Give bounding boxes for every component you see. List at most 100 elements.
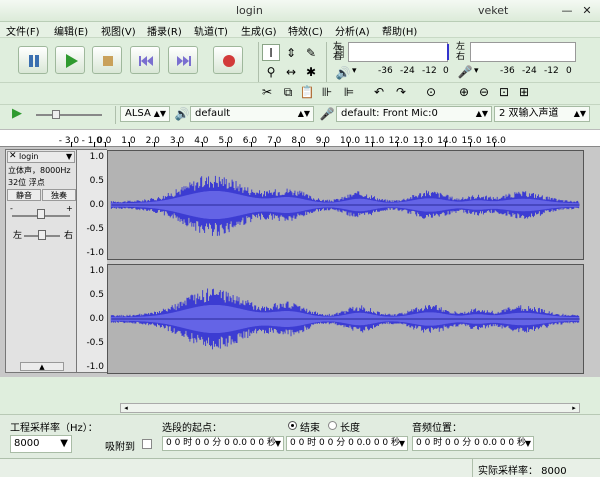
output-device-select[interactable]: default ▲▼ bbox=[190, 106, 314, 122]
mute-button[interactable]: 静音 bbox=[7, 189, 41, 201]
track-close-icon[interactable]: ✕ bbox=[9, 151, 17, 161]
title-bar: login veket — ✕ bbox=[0, 0, 600, 22]
stop-button[interactable] bbox=[92, 46, 122, 74]
meter-tick: -24 bbox=[400, 66, 415, 76]
track-control-panel: ✕ login ▼ 立体声，8000Hz 32位 浮点 静音 独奏 - + 左 … bbox=[5, 149, 77, 373]
meter-marker bbox=[447, 44, 449, 60]
audio-host-select[interactable]: ALSA ▲▼ bbox=[120, 106, 170, 122]
speed-slider-thumb[interactable] bbox=[52, 110, 60, 119]
sync-lock-icon[interactable]: ⊙ bbox=[422, 84, 440, 101]
draw-tool-icon[interactable]: ✎ bbox=[302, 44, 320, 61]
scale-label: 0.5 bbox=[89, 176, 104, 186]
track-bitdepth: 32位 浮点 bbox=[8, 178, 45, 187]
timeline-ruler[interactable]: - 3.0- 1.0 0.0 1.0 2.0 3.0 4.0 5.0 6.0 7.0 8.0 9.0… bbox=[0, 129, 600, 147]
scale-label: 1.0 bbox=[89, 152, 104, 162]
project-rate-field[interactable]: 8000 ▼ bbox=[10, 435, 72, 453]
menu-view[interactable]: 视图(V) bbox=[101, 23, 136, 38]
chevron-down-icon: ▼ bbox=[60, 438, 68, 449]
selection-start-field[interactable]: 0 0 时 0 0 分 0 0.0 0 0 秒 ▼ bbox=[162, 436, 284, 451]
select-tool-icon[interactable]: I bbox=[262, 44, 280, 61]
skip-end-button[interactable] bbox=[168, 46, 198, 74]
toolbar-separator bbox=[326, 42, 327, 82]
menu-file[interactable]: 文件(F) bbox=[6, 23, 40, 38]
waveform-left-channel[interactable] bbox=[107, 150, 584, 260]
toolbar-separator bbox=[258, 42, 259, 82]
menu-help[interactable]: 帮助(H) bbox=[382, 23, 417, 38]
row-divider bbox=[0, 104, 600, 105]
track-title-bar[interactable]: ✕ login ▼ bbox=[7, 151, 75, 163]
audio-position-field[interactable]: 0 0 时 0 0 分 0 0.0 0 0 秒 ▼ bbox=[412, 436, 534, 451]
scale-label: 0.5 bbox=[89, 290, 104, 300]
play-button[interactable] bbox=[55, 46, 85, 74]
scale-label: -1.0 bbox=[86, 362, 104, 372]
record-meter[interactable] bbox=[470, 42, 576, 62]
menu-edit[interactable]: 编辑(E) bbox=[54, 23, 88, 38]
snap-checkbox[interactable] bbox=[142, 439, 152, 449]
fit-selection-icon[interactable]: ⊡ bbox=[495, 84, 513, 101]
collapse-track-button[interactable]: ▲ bbox=[20, 362, 64, 371]
record-button[interactable] bbox=[213, 46, 243, 74]
envelope-tool-icon[interactable]: ⇕ bbox=[282, 44, 300, 61]
fit-project-icon[interactable]: ⊞ bbox=[515, 84, 533, 101]
meter-tick: -12 bbox=[422, 66, 437, 76]
silence-icon[interactable]: ⊫ bbox=[340, 84, 358, 101]
pan-slider-thumb[interactable] bbox=[38, 230, 46, 240]
redo-icon[interactable]: ↷ bbox=[392, 84, 410, 101]
timeshift-tool-icon[interactable]: ↔ bbox=[282, 63, 300, 80]
end-radio[interactable] bbox=[288, 421, 297, 430]
menu-transport[interactable]: 播录(R) bbox=[147, 23, 182, 38]
pause-button[interactable] bbox=[18, 46, 48, 74]
scroll-right-icon[interactable]: ▸ bbox=[569, 404, 579, 412]
row-divider bbox=[0, 82, 600, 83]
playback-meter[interactable] bbox=[348, 42, 448, 62]
meter-left-label: 左 bbox=[333, 42, 343, 52]
gain-slider-thumb[interactable] bbox=[37, 209, 45, 219]
meter-tick: 0 bbox=[566, 66, 572, 76]
stop-icon bbox=[103, 56, 113, 66]
track-menu-arrow-icon[interactable]: ▼ bbox=[66, 152, 72, 161]
play-icon bbox=[66, 54, 78, 68]
chevron-down-icon: ▼ bbox=[274, 439, 281, 448]
end-label: 结束 bbox=[300, 423, 320, 434]
ruler-tick-label: 14.0 bbox=[437, 136, 458, 146]
menu-analyze[interactable]: 分析(A) bbox=[335, 23, 370, 38]
selection-start-value: 0 0 时 0 0 分 0 0.0 0 0 秒 bbox=[166, 438, 277, 448]
paste-icon[interactable]: 📋 bbox=[298, 84, 316, 101]
input-device-select[interactable]: default: Front Mic:0 ▲▼ bbox=[336, 106, 492, 122]
meter-dropdown-arrow[interactable]: ▾ bbox=[474, 66, 479, 76]
multi-tool-icon[interactable]: ✱ bbox=[302, 63, 320, 80]
length-radio[interactable] bbox=[328, 421, 337, 430]
menu-generate[interactable]: 生成(G) bbox=[241, 23, 277, 38]
desktop-name: veket bbox=[478, 4, 509, 17]
selection-end-value: 0 0 时 0 0 分 0 0.0 0 0 秒 bbox=[290, 438, 401, 448]
zoom-tool-icon[interactable]: ⚲ bbox=[262, 63, 280, 80]
chevron-down-icon: ▼ bbox=[398, 439, 405, 448]
speaker-meter-icon: 🔊 bbox=[335, 66, 351, 80]
mic-icon: 🎤 bbox=[457, 65, 473, 79]
input-channels-select[interactable]: 2 双输入声道 ▲▼ bbox=[494, 106, 590, 122]
skip-start-button[interactable] bbox=[130, 46, 160, 74]
menu-tracks[interactable]: 轨道(T) bbox=[194, 23, 228, 38]
close-button[interactable]: ✕ bbox=[580, 4, 594, 18]
skip-end-icon bbox=[177, 56, 191, 66]
scroll-left-icon[interactable]: ◂ bbox=[121, 404, 131, 412]
scale-label: 0.0 bbox=[89, 314, 104, 324]
speed-slider-track[interactable] bbox=[36, 114, 102, 116]
horizontal-scrollbar[interactable]: ◂ ▸ bbox=[120, 403, 580, 413]
zoom-in-icon[interactable]: ⊕ bbox=[455, 84, 473, 101]
solo-button[interactable]: 独奏 bbox=[42, 189, 76, 201]
menu-effect[interactable]: 特效(C) bbox=[288, 23, 323, 38]
track-format: 立体声，8000Hz bbox=[8, 166, 71, 175]
play-at-speed-icon[interactable]: ▶ bbox=[12, 106, 22, 121]
skip-start-icon bbox=[139, 56, 153, 66]
waveform-right-channel[interactable] bbox=[107, 264, 584, 374]
meter-dropdown-arrow[interactable]: ▾ bbox=[352, 66, 357, 76]
selection-end-field[interactable]: 0 0 时 0 0 分 0 0.0 0 0 秒 ▼ bbox=[286, 436, 408, 451]
undo-icon[interactable]: ↶ bbox=[370, 84, 388, 101]
zoom-out-icon[interactable]: ⊖ bbox=[475, 84, 493, 101]
trim-icon[interactable]: ⊪ bbox=[318, 84, 336, 101]
actual-rate: 实际采样率： 8000 bbox=[478, 466, 567, 477]
cut-icon[interactable]: ✂ bbox=[258, 84, 276, 101]
copy-icon[interactable]: ⧉ bbox=[279, 84, 297, 101]
minimize-button[interactable]: — bbox=[560, 4, 574, 18]
